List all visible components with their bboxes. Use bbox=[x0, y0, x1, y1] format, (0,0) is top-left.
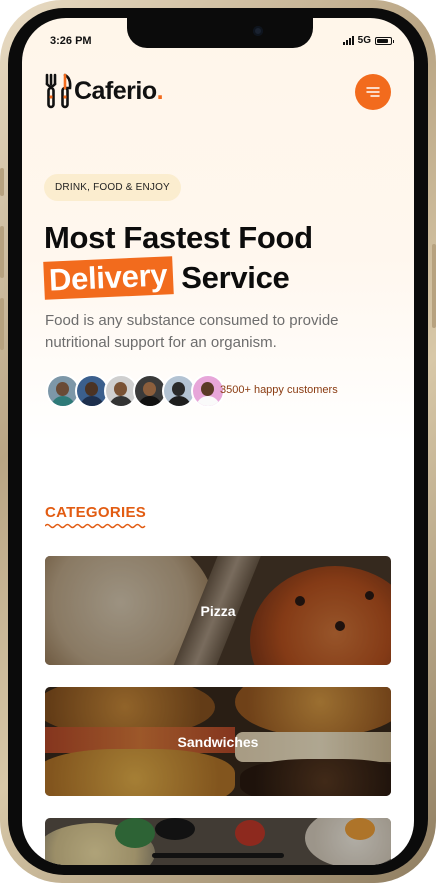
wave-underline-icon bbox=[45, 523, 146, 529]
battery-icon bbox=[375, 36, 394, 45]
phone-side-button bbox=[432, 244, 436, 328]
categories-heading: CATEGORIES bbox=[45, 504, 147, 521]
brand-logo[interactable]: Caferio. bbox=[44, 73, 164, 109]
headline-service: Service bbox=[181, 260, 290, 295]
home-indicator[interactable] bbox=[152, 853, 284, 858]
fork-knife-icon bbox=[45, 73, 72, 109]
notch bbox=[127, 18, 313, 48]
customer-avatars bbox=[46, 374, 225, 408]
network-type: 5G bbox=[357, 35, 371, 46]
menu-button[interactable] bbox=[355, 74, 391, 110]
brand-dot: . bbox=[156, 76, 164, 105]
brand-name: Caferio. bbox=[74, 76, 164, 105]
status-bar: 3:26 PM 5G bbox=[22, 18, 414, 62]
hero-description: Food is any substance consumed to provid… bbox=[45, 312, 339, 351]
status-indicators: 5G bbox=[342, 35, 394, 46]
category-card-sandwiches[interactable]: Sandwiches bbox=[45, 687, 391, 796]
happy-customers-text: 3500+ happy customers bbox=[220, 384, 338, 396]
category-card-pizza[interactable]: Pizza bbox=[45, 556, 391, 665]
app-screen: 3:26 PM 5G Caferio. DRINK, FOOD & ENJOY … bbox=[22, 18, 414, 865]
phone-side-button bbox=[0, 226, 4, 278]
menu-lines-icon bbox=[366, 87, 380, 97]
hero-tag: DRINK, FOOD & ENJOY bbox=[44, 174, 181, 201]
phone-side-button bbox=[0, 298, 4, 350]
hero-headline: Most Fastest Food Delivery Service bbox=[43, 218, 313, 300]
headline-line-2: Delivery Service bbox=[43, 256, 313, 300]
category-label: Sandwiches bbox=[177, 733, 259, 750]
camera-icon bbox=[253, 26, 263, 36]
status-time: 3:26 PM bbox=[50, 35, 92, 47]
category-label: Pizza bbox=[200, 602, 236, 619]
headline-line-1: Most Fastest Food bbox=[44, 220, 313, 255]
battery-level bbox=[377, 38, 389, 43]
signal-icon bbox=[342, 36, 354, 45]
headline-highlight: Delivery bbox=[43, 256, 175, 300]
phone-side-button bbox=[0, 168, 4, 196]
